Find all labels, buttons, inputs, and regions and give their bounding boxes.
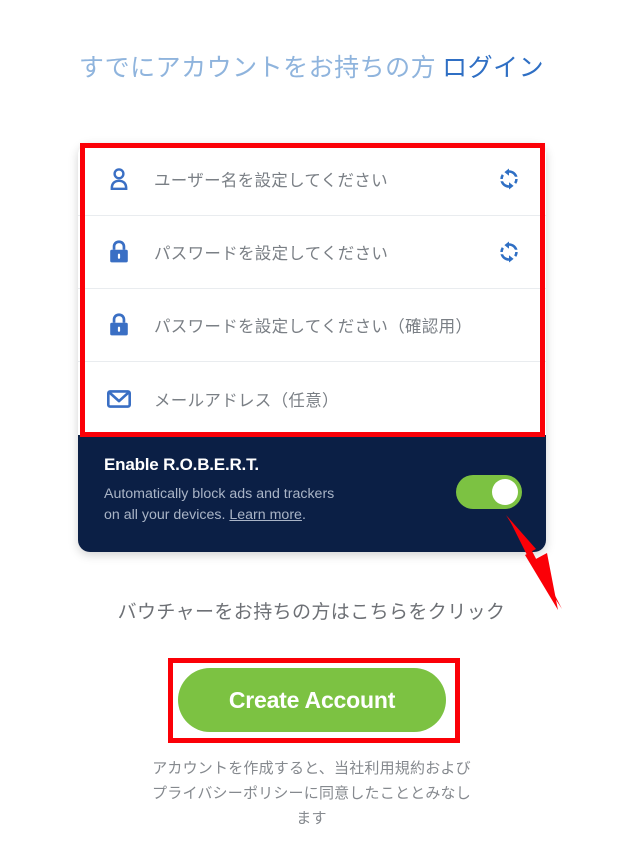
robert-toggle-wrapper xyxy=(456,455,522,509)
user-icon xyxy=(102,162,136,196)
create-account-button[interactable]: Create Account xyxy=(178,668,446,732)
signup-card: ユーザー名を設定してください パスワードを設定してください パスワードを設定して… xyxy=(78,143,546,552)
robert-toggle[interactable] xyxy=(456,475,522,509)
form-fields: ユーザー名を設定してください パスワードを設定してください パスワードを設定して… xyxy=(78,143,546,435)
field-row-email[interactable]: メールアドレス（任意） xyxy=(78,362,546,435)
lock-icon xyxy=(102,235,136,269)
robert-desc-line1: Automatically block ads and trackers xyxy=(104,486,335,502)
page-header: すでにアカウントをお持ちの方 ログイン xyxy=(0,48,623,84)
field-label-email: メールアドレス（任意） xyxy=(154,391,339,410)
terms-line-2: プライバシーポリシーに同意したこととみなし xyxy=(152,784,471,802)
envelope-icon xyxy=(102,382,136,416)
terms-text: アカウントを作成すると、当社利用規約および プライバシーポリシーに同意したことと… xyxy=(0,757,623,831)
field-label-password: パスワードを設定してください xyxy=(154,245,389,263)
voucher-link[interactable]: バウチャーをお持ちの方はこちらをクリック xyxy=(0,597,623,624)
robert-text-block: Enable R.O.B.E.R.T. Automatically block … xyxy=(104,455,456,525)
lock-icon xyxy=(102,308,136,342)
robert-panel: Enable R.O.B.E.R.T. Automatically block … xyxy=(78,435,546,552)
learn-more-link[interactable]: Learn more xyxy=(229,507,302,523)
refresh-icon-username[interactable] xyxy=(494,164,524,194)
field-row-username[interactable]: ユーザー名を設定してください xyxy=(78,143,546,216)
signup-page: すでにアカウントをお持ちの方 ログイン ユーザー名を設定してください パスワード… xyxy=(0,0,623,850)
robert-desc-end: . xyxy=(301,506,306,523)
field-row-password-confirm[interactable]: パスワードを設定してください（確認用） xyxy=(78,289,546,362)
robert-title: Enable R.O.B.E.R.T. xyxy=(104,455,259,474)
refresh-icon-password[interactable] xyxy=(494,237,524,267)
header-prefix-text: すでにアカウントをお持ちの方 xyxy=(78,54,437,82)
field-label-username: ユーザー名を設定してください xyxy=(154,172,388,190)
login-link[interactable]: ログイン xyxy=(442,54,544,82)
robert-description: Automatically block ads and trackers on … xyxy=(104,484,444,525)
field-row-password[interactable]: パスワードを設定してください xyxy=(78,216,546,289)
robert-desc-line2: on all your devices. xyxy=(104,506,230,523)
field-label-password-confirm: パスワードを設定してください（確認用） xyxy=(154,318,473,336)
terms-line-3: ます xyxy=(296,809,327,827)
toggle-knob xyxy=(492,479,518,505)
terms-line-1: アカウントを作成すると、当社利用規約および xyxy=(152,760,471,777)
